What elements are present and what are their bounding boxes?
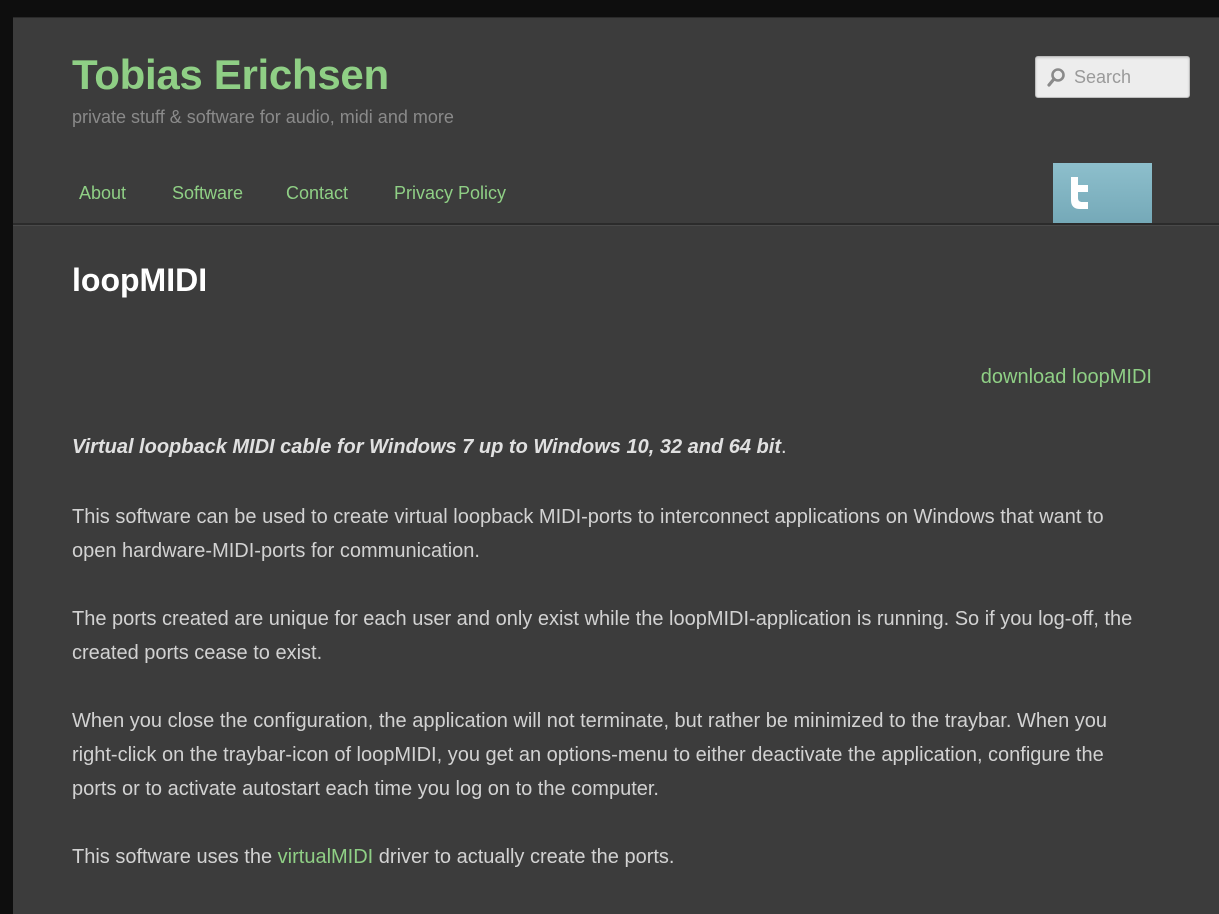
main-nav: About Software Contact Privacy Policy: [13, 163, 1219, 225]
driver-text-after: driver to actually create the ports.: [373, 846, 675, 868]
paragraph: When you close the configuration, the ap…: [72, 710, 1107, 800]
page-title: loopMIDI: [72, 262, 208, 298]
lead-paragraph: Virtual loopback MIDI cable for Windows …: [72, 430, 1152, 464]
search-input[interactable]: [1074, 57, 1184, 97]
twitter-button[interactable]: [1053, 163, 1152, 223]
page: Tobias Erichsen private stuff & software…: [13, 17, 1219, 914]
lead-text: Virtual loopback MIDI cable for Windows …: [72, 436, 781, 458]
driver-paragraph: This software uses the virtualMIDI drive…: [72, 840, 1152, 874]
search-icon: [1047, 68, 1065, 87]
nav-item-software[interactable]: Software: [172, 183, 243, 203]
site-tagline: private stuff & software for audio, midi…: [72, 107, 454, 127]
nav-item-contact[interactable]: Contact: [286, 183, 348, 203]
nav-item-about[interactable]: About: [79, 183, 126, 203]
paragraph: The ports created are unique for each us…: [72, 608, 1133, 664]
site-title[interactable]: Tobias Erichsen: [72, 54, 389, 96]
paragraph: This software can be used to create virt…: [72, 506, 1104, 562]
twitter-icon: [1071, 177, 1088, 209]
virtualmidi-link[interactable]: virtualMIDI: [278, 846, 374, 868]
nav-item-privacy-policy[interactable]: Privacy Policy: [394, 183, 506, 203]
article-content: Virtual loopback MIDI cable for Windows …: [72, 430, 1152, 908]
driver-text-before: This software uses the: [72, 846, 278, 868]
download-link[interactable]: download loopMIDI: [981, 366, 1152, 388]
search-box[interactable]: [1035, 56, 1190, 98]
lead-period: .: [781, 436, 787, 458]
